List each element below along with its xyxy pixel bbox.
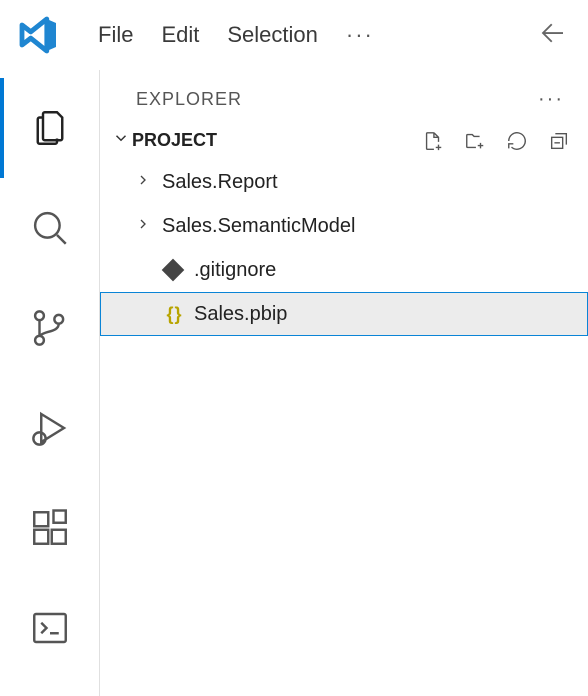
explorer-header: EXPLORER ··· [100, 70, 588, 123]
title-bar: File Edit Selection ··· [0, 0, 588, 70]
explorer-sidebar: EXPLORER ··· PROJECT [100, 70, 588, 696]
chevron-right-icon [134, 172, 152, 193]
chevron-down-icon [110, 129, 132, 152]
menu-edit[interactable]: Edit [161, 22, 199, 48]
vscode-icon [18, 15, 58, 55]
tree-item-label: .gitignore [194, 259, 276, 282]
back-arrow-icon[interactable] [538, 18, 568, 53]
tree-file-gitignore[interactable]: .gitignore [100, 248, 588, 292]
extensions-icon [29, 507, 71, 549]
tree-item-label: Sales.SemanticModel [162, 215, 355, 238]
explorer-title: EXPLORER [136, 89, 242, 110]
project-section-header[interactable]: PROJECT [100, 123, 588, 158]
run-debug-icon [29, 407, 71, 449]
menu-bar: File Edit Selection ··· [98, 22, 374, 48]
activity-terminal[interactable] [0, 578, 100, 678]
tree-folder-sales-report[interactable]: Sales.Report [100, 160, 588, 204]
tree-file-sales-pbip[interactable]: { } Sales.pbip [100, 292, 588, 336]
refresh-icon[interactable] [506, 130, 528, 152]
activity-run-debug[interactable] [0, 378, 100, 478]
tree-item-label: Sales.pbip [194, 303, 287, 326]
activity-source-control[interactable] [0, 278, 100, 378]
file-tree: Sales.Report Sales.SemanticModel .gitign… [100, 158, 588, 336]
new-folder-icon[interactable] [464, 130, 486, 152]
activity-explorer[interactable] [0, 78, 100, 178]
search-icon [29, 207, 71, 249]
branch-icon [29, 307, 71, 349]
git-file-icon [162, 262, 184, 278]
section-actions [422, 130, 570, 152]
menu-file[interactable]: File [98, 22, 133, 48]
activity-bar [0, 70, 100, 696]
files-icon [29, 107, 71, 149]
menu-overflow-icon[interactable]: ··· [346, 22, 374, 48]
collapse-all-icon[interactable] [548, 130, 570, 152]
terminal-icon [29, 607, 71, 649]
braces-icon: { } [162, 304, 184, 325]
chevron-right-icon [134, 216, 152, 237]
explorer-more-icon[interactable]: ··· [538, 88, 564, 111]
menu-selection[interactable]: Selection [227, 22, 318, 48]
activity-extensions[interactable] [0, 478, 100, 578]
activity-search[interactable] [0, 178, 100, 278]
project-section-label: PROJECT [132, 130, 217, 151]
tree-folder-sales-semanticmodel[interactable]: Sales.SemanticModel [100, 204, 588, 248]
tree-item-label: Sales.Report [162, 171, 278, 194]
new-file-icon[interactable] [422, 130, 444, 152]
